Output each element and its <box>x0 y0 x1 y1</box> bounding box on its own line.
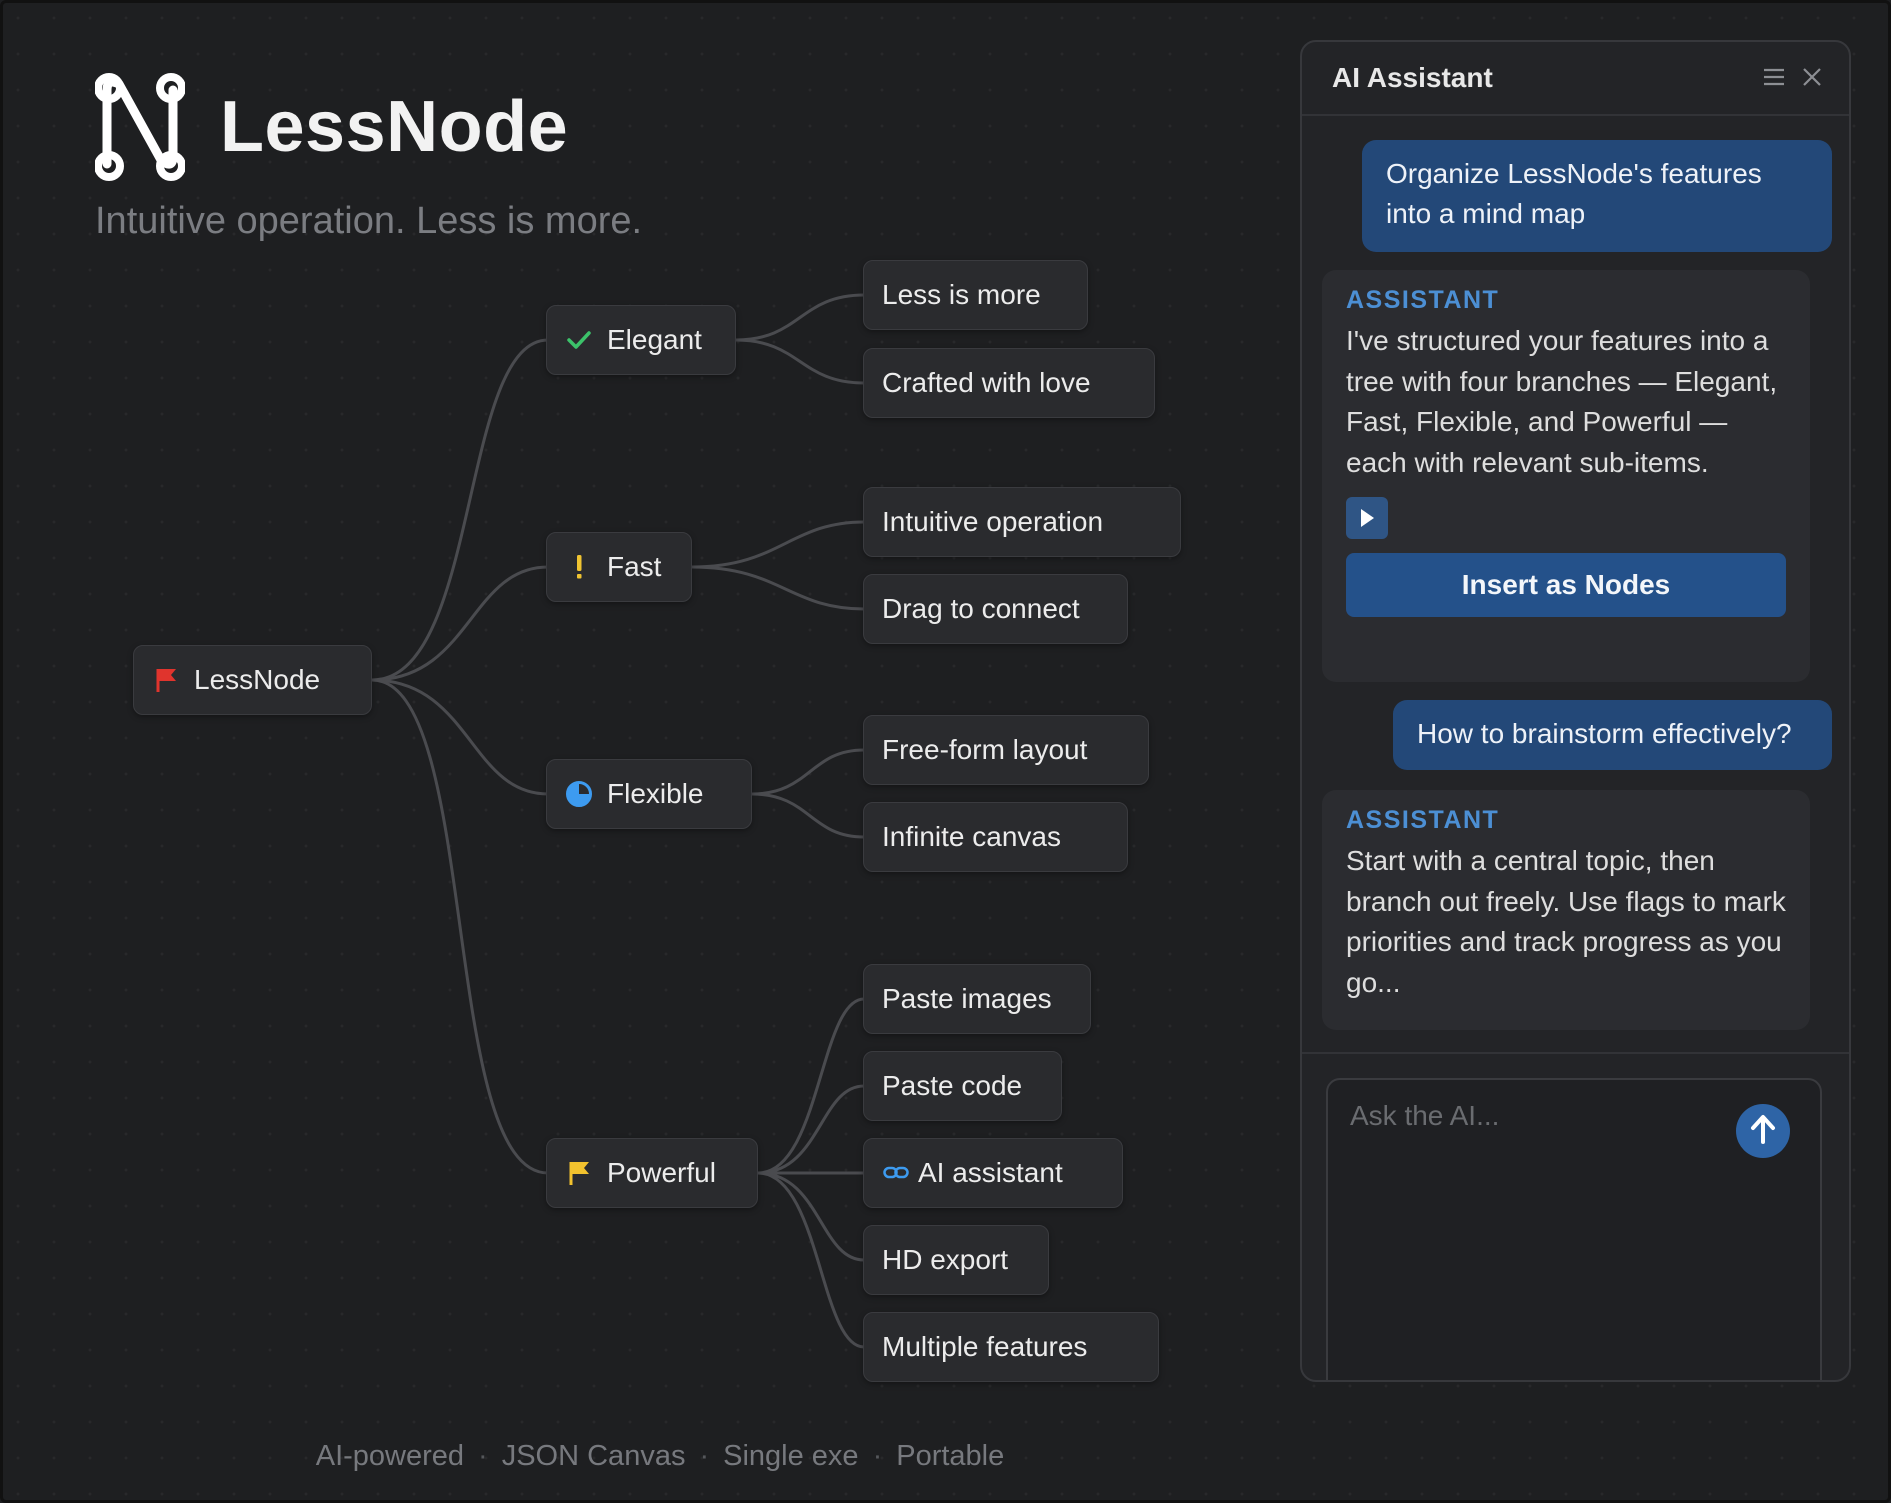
panel-header: AI Assistant <box>1302 42 1849 116</box>
lessnode-logo-icon <box>95 73 185 181</box>
node-label: Fast <box>607 551 662 582</box>
send-button[interactable] <box>1736 1104 1790 1158</box>
footer-separator: · <box>699 1440 710 1472</box>
menu-icon[interactable] <box>1760 64 1788 92</box>
footer-item: JSON Canvas <box>501 1440 686 1472</box>
footer-item: AI-powered <box>315 1440 465 1472</box>
node-label: Drag to connect <box>882 593 1080 624</box>
leaf-node[interactable]: Drag to connect <box>863 574 1128 644</box>
feature-footer: AI-powered · JSON Canvas · Single exe · Portab… <box>0 1440 1320 1473</box>
red-flag-icon <box>152 666 180 694</box>
message-text: Start with a central topic, then branch … <box>1346 845 1786 998</box>
yellow-flag-icon <box>565 1159 593 1187</box>
leaf-node[interactable]: Paste images <box>863 964 1091 1034</box>
leaf-node[interactable]: AI assistant <box>863 1138 1123 1208</box>
message-text: Organize LessNode's features into a mind… <box>1386 158 1762 229</box>
footer-separator: · <box>872 1440 883 1472</box>
branch-node-elegant[interactable]: Elegant <box>546 305 736 375</box>
footer-separator: · <box>478 1440 488 1472</box>
leaf-node[interactable]: Multiple features <box>863 1312 1159 1382</box>
assistant-label: ASSISTANT <box>1346 286 1500 314</box>
node-label: LessNode <box>194 664 321 695</box>
footer-item: Portable <box>896 1440 1005 1472</box>
branch-node-powerful[interactable]: Powerful <box>546 1138 758 1208</box>
assistant-label: ASSISTANT <box>1346 806 1500 834</box>
footer-item: Single exe <box>723 1440 859 1472</box>
assistant-message: ASSISTANT I've structured your features … <box>1322 270 1810 682</box>
node-label: Multiple features <box>882 1331 1088 1362</box>
message-text: How to brainstorm effectively? <box>1417 718 1792 749</box>
app-tagline: Intuitive operation. Less is more. <box>95 200 643 242</box>
node-label: Flexible <box>607 778 704 809</box>
node-label: Crafted with love <box>882 367 1091 398</box>
exclamation-icon <box>565 553 593 581</box>
close-icon[interactable] <box>1798 64 1826 92</box>
play-icon[interactable] <box>1346 497 1388 539</box>
mindmap-root-node[interactable]: LessNode <box>133 645 372 715</box>
user-message: Organize LessNode's features into a mind… <box>1362 140 1832 252</box>
panel-title: AI Assistant <box>1332 62 1493 93</box>
link-icon <box>882 1159 910 1187</box>
leaf-node[interactable]: Free-form layout <box>863 715 1149 785</box>
leaf-node[interactable]: Intuitive operation <box>863 487 1181 557</box>
leaf-node[interactable]: Paste code <box>863 1051 1062 1121</box>
message-text: I've structured your features into a tre… <box>1346 325 1778 478</box>
leaf-node[interactable]: Crafted with love <box>863 348 1155 418</box>
leaf-node[interactable]: HD export <box>863 1225 1049 1295</box>
insert-as-nodes-button[interactable]: Insert as Nodes <box>1346 553 1786 617</box>
node-label: Intuitive operation <box>882 506 1104 537</box>
node-label: Powerful <box>607 1157 716 1188</box>
panel-divider <box>1302 1052 1849 1054</box>
node-label: Elegant <box>607 324 702 355</box>
node-label: Paste images <box>882 983 1052 1014</box>
leaf-node[interactable]: Infinite canvas <box>863 802 1128 872</box>
app-title: LessNode <box>220 87 569 167</box>
ai-assistant-panel: AI Assistant Organize LessNode's feature… <box>1300 40 1851 1382</box>
user-message: How to brainstorm effectively? <box>1393 700 1832 770</box>
ask-ai-input[interactable] <box>1348 1098 1712 1162</box>
node-label: Less is more <box>882 279 1041 310</box>
ai-input-box[interactable] <box>1326 1078 1822 1380</box>
leaf-node[interactable]: Less is more <box>863 260 1088 330</box>
node-label: Paste code <box>882 1070 1023 1101</box>
node-label: Free-form layout <box>882 734 1088 765</box>
node-label: Infinite canvas <box>882 821 1061 852</box>
node-label: HD export <box>882 1244 1009 1275</box>
node-label: AI assistant <box>918 1157 1063 1188</box>
assistant-message: ASSISTANT Start with a central topic, th… <box>1322 790 1810 1030</box>
check-icon <box>565 326 593 354</box>
branch-node-fast[interactable]: Fast <box>546 532 692 602</box>
half-circle-progress-icon <box>565 780 593 808</box>
arrow-up-icon <box>1750 1114 1776 1149</box>
branch-node-flexible[interactable]: Flexible <box>546 759 752 829</box>
